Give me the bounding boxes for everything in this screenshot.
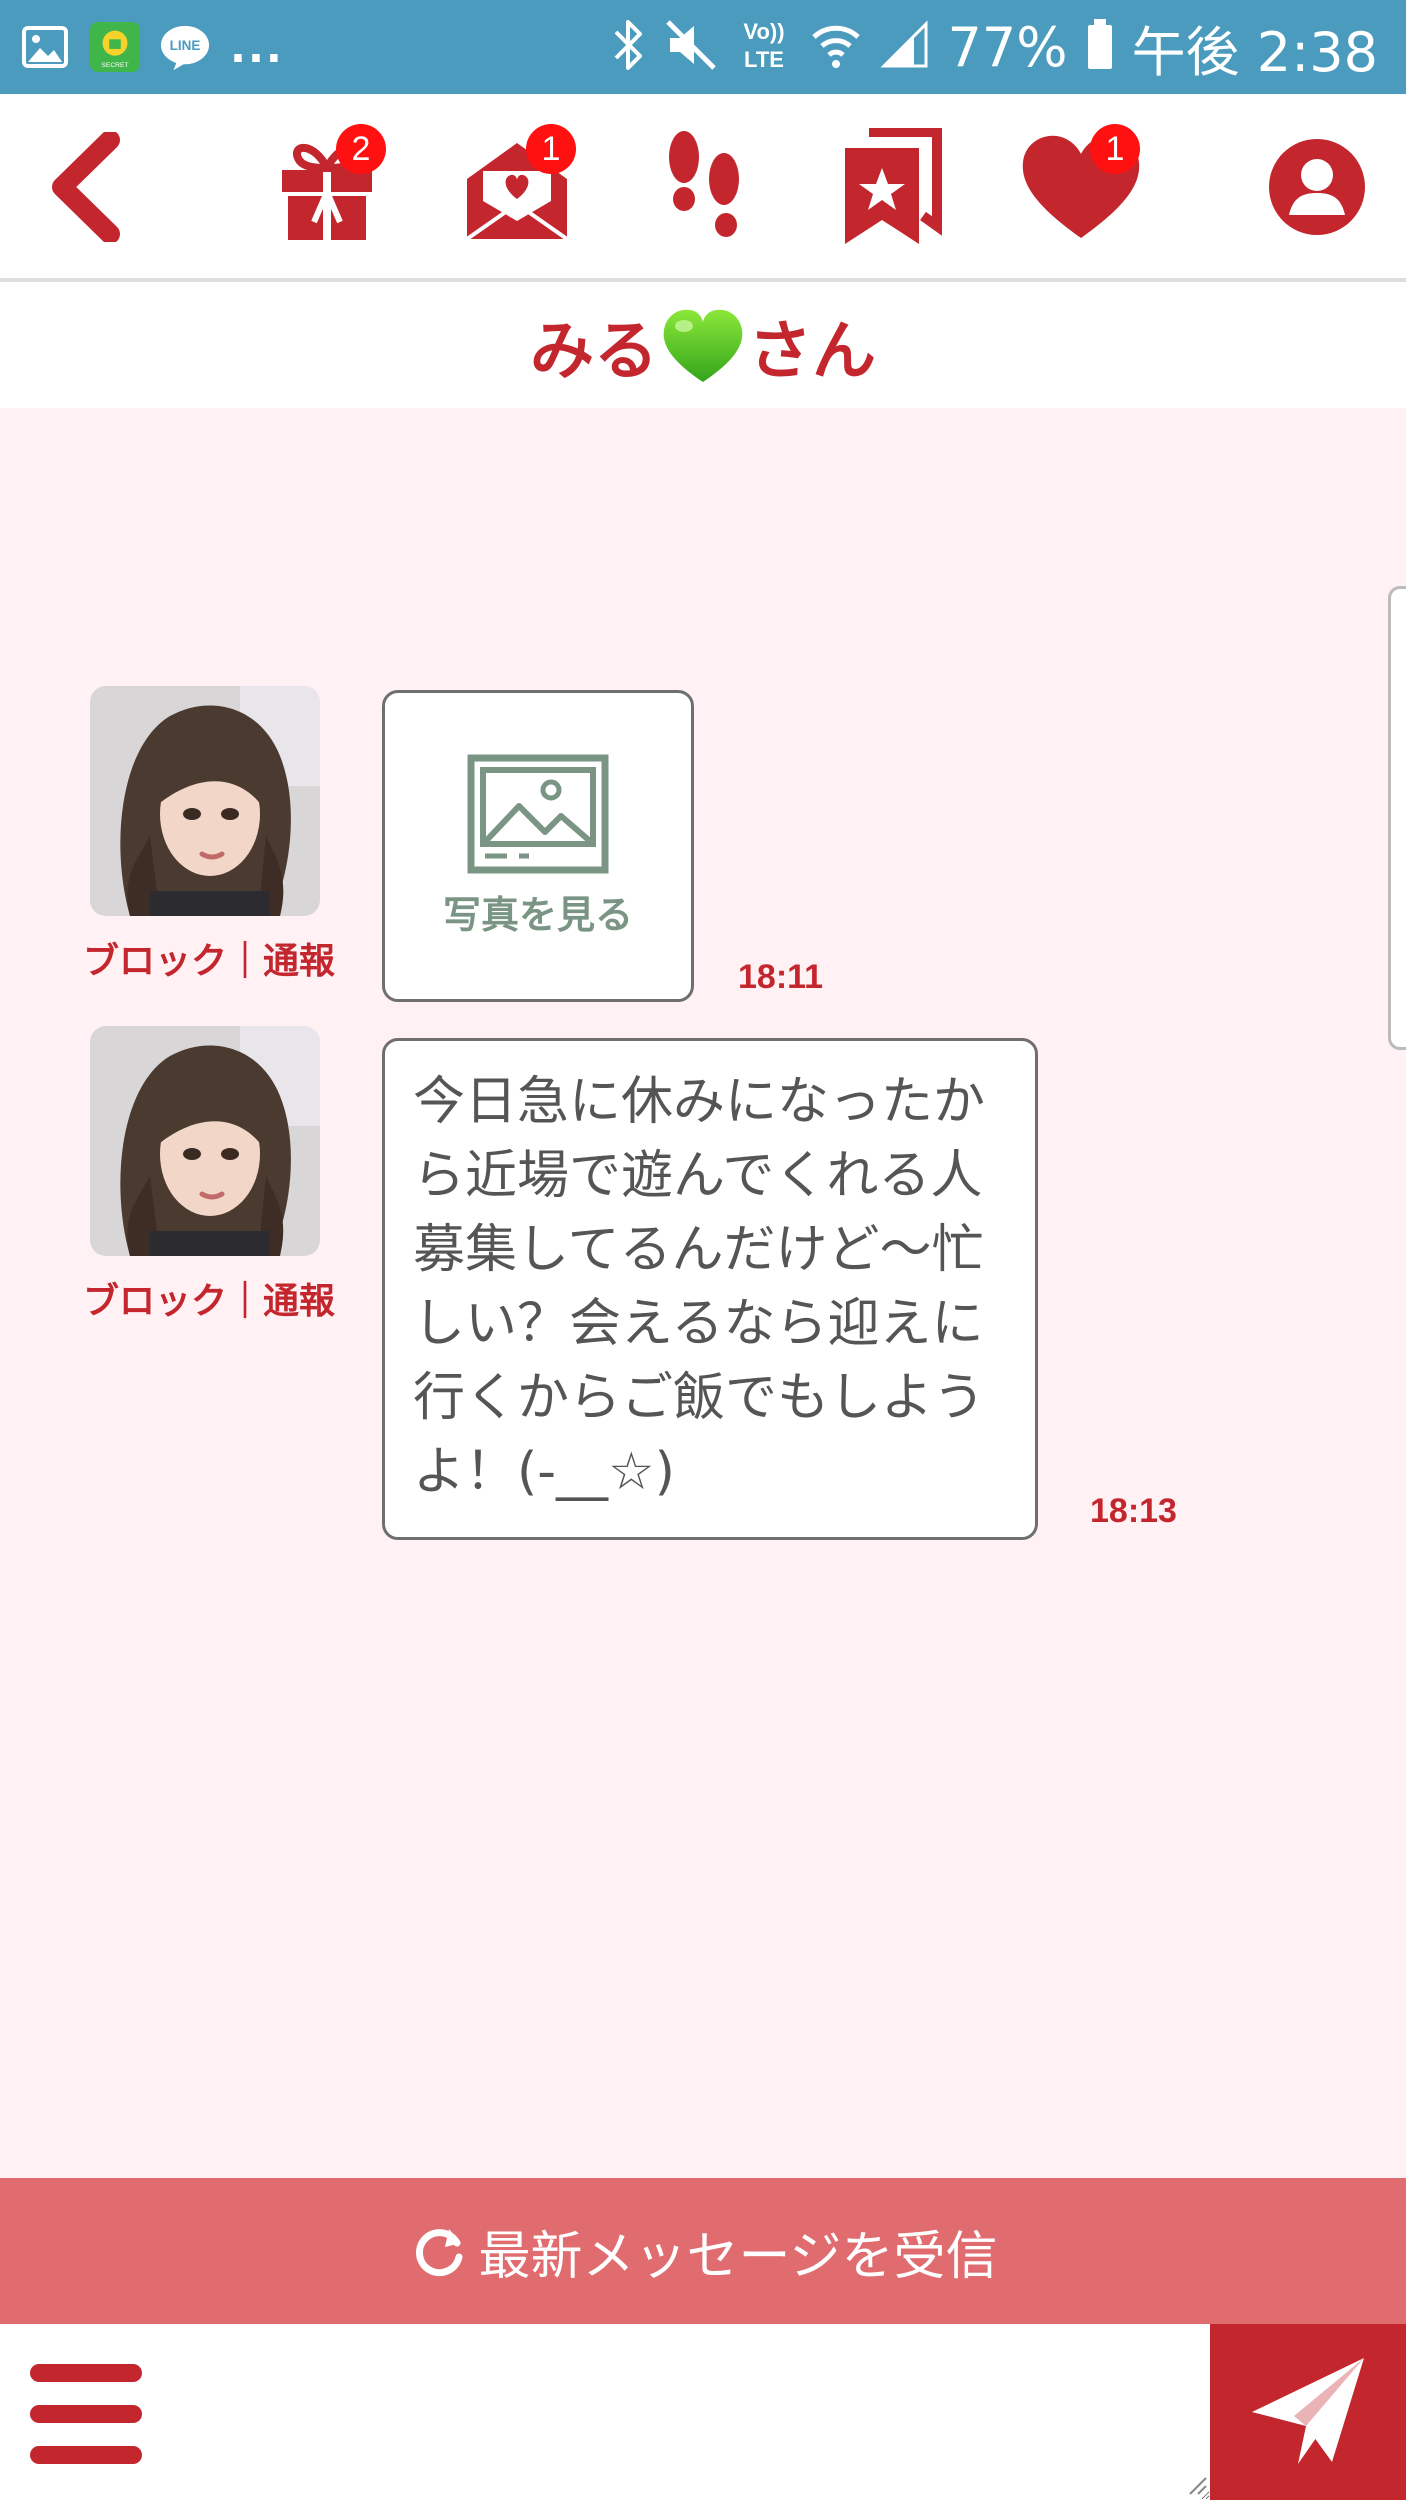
status-bar: SECRET LINE ... Vo)) LTE 77% 午後 2:38 xyxy=(0,0,1406,94)
bluetooth-icon xyxy=(612,18,646,76)
back-button[interactable] xyxy=(20,124,150,254)
volte-icon: Vo)) LTE xyxy=(736,15,792,79)
avatar-image xyxy=(90,686,320,916)
partner-name: みる xyxy=(530,315,658,389)
view-photo-label: 写真を見る xyxy=(442,892,633,937)
signal-icon xyxy=(879,20,930,74)
refresh-icon xyxy=(415,2229,463,2277)
favorites-button[interactable] xyxy=(826,124,956,254)
hamburger-menu-icon[interactable] xyxy=(30,2364,142,2464)
block-report-links[interactable]: ブロック｜通報 xyxy=(74,1272,344,1324)
photo-message-bubble[interactable]: 写真を見る xyxy=(382,690,694,1002)
message-time: 18:11 xyxy=(738,958,824,996)
line-label: LINE xyxy=(170,38,201,53)
like-badge: 1 xyxy=(1090,124,1140,174)
gifts-button[interactable]: 2 xyxy=(262,124,392,254)
bookmark-star-icon xyxy=(839,127,943,250)
lte-label: LTE xyxy=(744,47,784,72)
line-icon: LINE xyxy=(160,22,210,72)
green-heart-icon xyxy=(663,309,743,382)
avatar[interactable] xyxy=(90,686,320,916)
page-title: みる さん xyxy=(530,300,876,392)
paper-plane-icon xyxy=(1252,2358,1364,2464)
footprints-icon xyxy=(660,127,750,251)
mute-icon xyxy=(664,18,718,76)
secret-chat-icon: SECRET xyxy=(90,22,140,72)
chat-title-bar: みる さん xyxy=(0,284,1406,408)
message-input[interactable] xyxy=(170,2324,1210,2500)
message-compose-bar xyxy=(0,2324,1406,2500)
receive-latest-button[interactable]: 最新メッセージを受信 xyxy=(0,2178,1406,2324)
honorific: さん xyxy=(748,315,876,389)
resize-grip-icon[interactable] xyxy=(1186,2474,1208,2496)
mail-badge: 1 xyxy=(526,124,576,174)
message-time: 18:13 xyxy=(1090,1492,1177,1530)
system-icons: Vo)) LTE 77% 午後 2:38 xyxy=(612,10,1378,84)
mail-button[interactable]: 1 xyxy=(452,124,582,254)
svg-text:SECRET: SECRET xyxy=(101,62,128,69)
clock: 午後 2:38 xyxy=(1131,20,1378,84)
scroll-handle[interactable] xyxy=(1388,586,1406,1050)
user-icon xyxy=(1267,137,1367,241)
wifi-icon xyxy=(810,19,862,75)
message-text: 今日急に休みになったか ら近場で遊んでくれる人 募集してるんだけど～忙 しい？会… xyxy=(413,1072,986,1502)
chat-area[interactable]: ブロック｜通報 写真を見る 18:11 ブロック｜通報 今日急に休みになったか … xyxy=(0,408,1406,2178)
text-message-bubble[interactable]: 今日急に休みになったか ら近場で遊んでくれる人 募集してるんだけど～忙 しい？会… xyxy=(382,1038,1038,1540)
top-nav: 2 1 1 xyxy=(0,94,1406,282)
gift-badge: 2 xyxy=(336,124,386,174)
block-report-links[interactable]: ブロック｜通報 xyxy=(74,932,344,984)
chevron-left-icon xyxy=(40,130,130,246)
refresh-label: 最新メッセージを受信 xyxy=(478,2226,998,2287)
notification-icons: SECRET LINE ... xyxy=(20,16,284,78)
volte-label: Vo)) xyxy=(743,19,784,44)
footprints-button[interactable] xyxy=(640,124,770,254)
battery-percent: 77% xyxy=(947,15,1068,79)
avatar-image xyxy=(90,1026,320,1256)
battery-icon xyxy=(1086,19,1114,75)
profile-button[interactable] xyxy=(1252,124,1382,254)
avatar[interactable] xyxy=(90,1026,320,1256)
send-button[interactable] xyxy=(1210,2324,1406,2500)
image-placeholder-icon xyxy=(467,754,609,873)
gallery-icon xyxy=(20,22,70,72)
more-notifications: ... xyxy=(230,22,284,72)
likes-button[interactable]: 1 xyxy=(1016,124,1146,254)
